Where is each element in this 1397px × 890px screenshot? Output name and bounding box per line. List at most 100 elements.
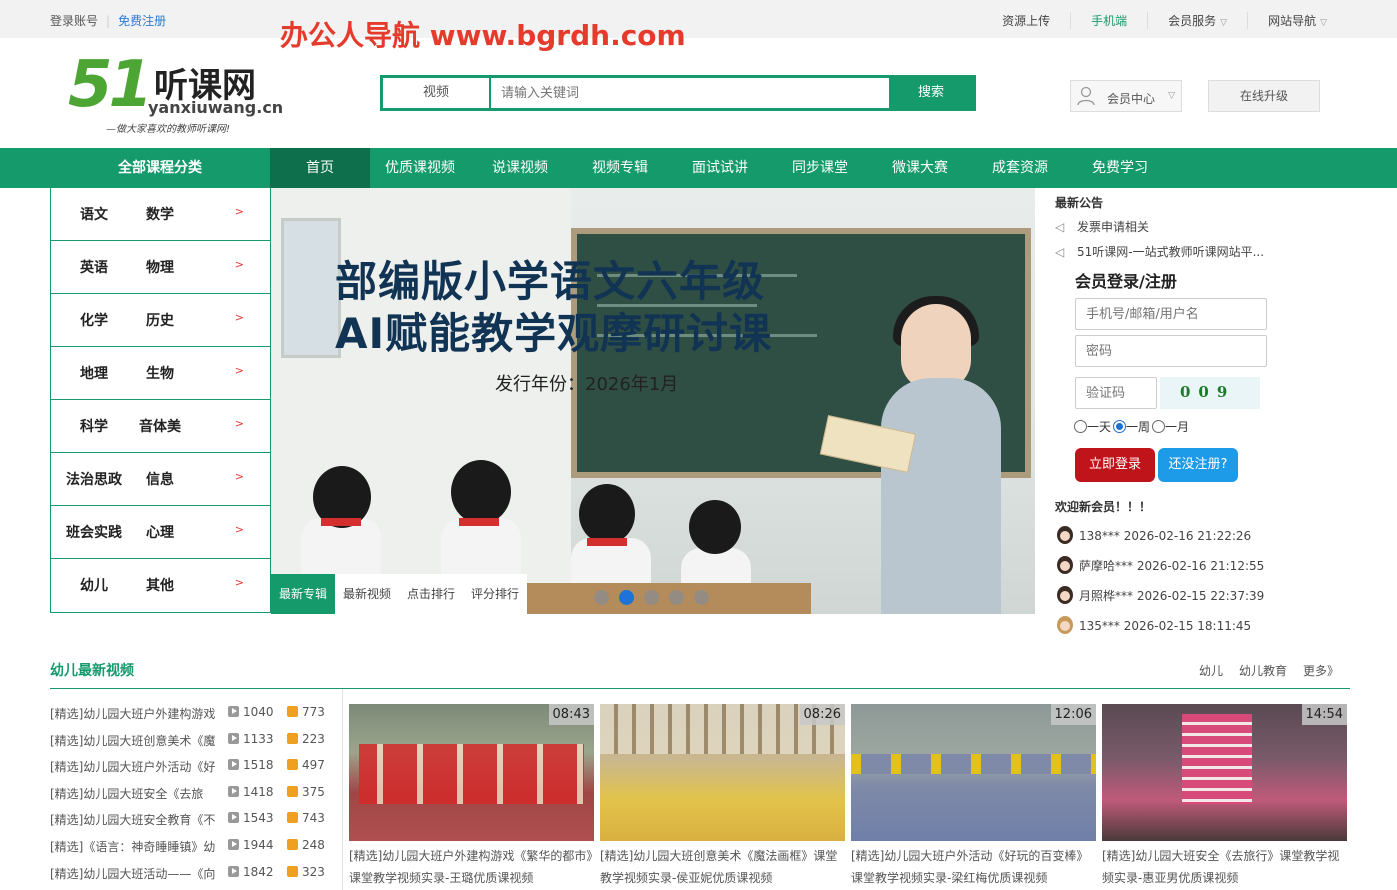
category-link[interactable]: 幼儿 (51, 575, 137, 595)
category-row[interactable]: 班会实践 心理 > (51, 506, 270, 559)
carousel-dot[interactable] (669, 590, 684, 605)
video-caption[interactable]: [精选]幼儿园大班户外活动《好玩的百变棒》课堂教学视频实录-梁红梅优质课视频 (851, 845, 1096, 889)
captcha-image[interactable]: 009 (1160, 377, 1260, 409)
video-card[interactable]: 12:06 [精选]幼儿园大班户外活动《好玩的百变棒》课堂教学视频实录-梁红梅优… (851, 704, 1096, 889)
video-card[interactable]: 14:54 [精选]幼儿园大班安全《去旅行》课堂教学视频实录-惠亚男优质课视频 (1102, 704, 1347, 889)
logo-number: 51 (68, 48, 153, 122)
login-link[interactable]: 登录账号 (50, 14, 98, 28)
nav-item-lecture-videos[interactable]: 说课视频 (470, 148, 570, 188)
carousel-dot[interactable] (694, 590, 709, 605)
video-caption[interactable]: [精选]幼儿园大班创意美术《魔法画框》课堂教学视频实录-侯亚妮优质课视频 (600, 845, 845, 889)
category-link[interactable]: 班会实践 (51, 522, 137, 542)
section-link[interactable]: 幼儿教育 (1239, 662, 1287, 679)
more-link[interactable]: 更多》 (1303, 662, 1339, 679)
category-link[interactable]: 物理 (137, 257, 183, 277)
video-thumbnail[interactable]: 08:26 (600, 704, 845, 841)
category-link[interactable]: 英语 (51, 257, 137, 277)
nav-item-sync-class[interactable]: 同步课堂 (770, 148, 870, 188)
carousel-dot-active[interactable] (619, 590, 634, 605)
category-link[interactable]: 生物 (137, 363, 183, 383)
video-card[interactable]: 08:26 [精选]幼儿园大班创意美术《魔法画框》课堂教学视频实录-侯亚妮优质课… (600, 704, 845, 889)
video-thumbnail[interactable]: 12:06 (851, 704, 1096, 841)
login-button[interactable]: 立即登录 (1075, 448, 1155, 482)
site-nav-menu[interactable]: 网站导航 ▽ (1247, 12, 1347, 29)
category-link[interactable]: 语文 (51, 204, 137, 224)
category-link[interactable]: 其他 (137, 575, 183, 595)
member-service-menu[interactable]: 会员服务 ▽ (1147, 12, 1247, 29)
list-item[interactable]: [精选]幼儿园大班安全教育《不 1543 743 (50, 806, 340, 833)
nav-item-free-learning[interactable]: 免费学习 (1070, 148, 1170, 188)
arrow-right-icon: > (234, 470, 244, 483)
tab-latest-albums[interactable]: 最新专辑 (271, 574, 336, 614)
captcha-input[interactable] (1075, 377, 1157, 409)
radio-one-week[interactable]: 一周 (1113, 418, 1150, 435)
carousel-dot[interactable] (644, 590, 659, 605)
upgrade-button[interactable]: 在线升级 (1208, 80, 1320, 112)
upload-link[interactable]: 资源上传 (982, 12, 1070, 29)
arrow-right-icon: > (234, 523, 244, 536)
category-row[interactable]: 科学 音体美 > (51, 400, 270, 453)
site-logo[interactable]: 51 听课网 yanxiuwang.cn —做大家喜欢的教师听课网! (68, 48, 288, 136)
password-input[interactable] (1075, 335, 1267, 367)
search-button[interactable]: 搜索 (889, 78, 973, 108)
all-categories[interactable]: 全部课程分类 (50, 148, 270, 188)
category-row[interactable]: 语文 数学 > (51, 188, 270, 241)
category-row[interactable]: 英语 物理 > (51, 241, 270, 294)
notice-item[interactable]: ◁ 51听课网-一站式教师听课网站平... (1055, 243, 1264, 260)
banner-subline: 发行年份：2026年1月 (495, 374, 679, 395)
section-title[interactable]: 幼儿最新视频 (50, 660, 134, 680)
nav-item-micro-class[interactable]: 微课大赛 (870, 148, 970, 188)
video-caption[interactable]: [精选]幼儿园大班户外建构游戏《繁华的都市》课堂教学视频实录-王璐优质课视频 (349, 845, 594, 889)
section-link[interactable]: 幼儿 (1199, 662, 1223, 679)
tab-latest-videos[interactable]: 最新视频 (335, 574, 399, 614)
list-item[interactable]: [精选]幼儿园大班安全《去旅 1418 375 (50, 780, 340, 807)
category-row[interactable]: 化学 历史 > (51, 294, 270, 347)
nav-item-interview[interactable]: 面试试讲 (670, 148, 770, 188)
video-caption[interactable]: [精选]幼儿园大班安全《去旅行》课堂教学视频实录-惠亚男优质课视频 (1102, 845, 1347, 889)
carousel-dot[interactable] (594, 590, 609, 605)
nav-item-resource-sets[interactable]: 成套资源 (970, 148, 1070, 188)
nav-item-quality-videos[interactable]: 优质课视频 (370, 148, 470, 188)
video-card[interactable]: 08:43 [精选]幼儿园大班户外建构游戏《繁华的都市》课堂教学视频实录-王璐优… (349, 704, 594, 889)
register-link[interactable]: 免费注册 (118, 14, 166, 28)
category-row[interactable]: 法治思政 信息 > (51, 453, 270, 506)
register-button[interactable]: 还没注册? (1158, 448, 1238, 482)
search-input[interactable] (491, 78, 889, 108)
category-link[interactable]: 法治思政 (51, 469, 137, 489)
list-item[interactable]: [精选]《语言：神奇睡睡镇》幼 1944 248 (50, 833, 340, 860)
list-item[interactable]: [精选]幼儿园大班创意美术《魔 1133 223 (50, 727, 340, 754)
category-link[interactable]: 历史 (137, 310, 183, 330)
username-input[interactable] (1075, 298, 1267, 330)
category-row[interactable]: 地理 生物 > (51, 347, 270, 400)
new-member-item: 138*** 2026-02-16 21:22:26 (1057, 526, 1251, 544)
category-link[interactable]: 信息 (137, 469, 183, 489)
category-link[interactable]: 数学 (137, 204, 183, 224)
nav-item-albums[interactable]: 视频专辑 (570, 148, 670, 188)
notice-item[interactable]: ◁ 发票申请相关 (1055, 218, 1149, 235)
category-sidebar: 语文 数学 > 英语 物理 > 化学 历史 > 地理 生物 > 科学 音体美 > 法治思政 信息 > 班… (50, 188, 271, 613)
video-duration: 12:06 (1050, 704, 1096, 725)
category-link[interactable]: 科学 (51, 416, 137, 436)
list-item[interactable]: [精选]幼儿园大班户外活动《好 1518 497 (50, 753, 340, 780)
hero-banner[interactable]: 部编版小学语文六年级 AI赋能教学观摩研讨课 发行年份：2026年1月 (271, 188, 1035, 614)
video-thumbnail[interactable]: 14:54 (1102, 704, 1347, 841)
search-category-select[interactable]: 视频 (383, 78, 491, 108)
category-link[interactable]: 心理 (137, 522, 183, 542)
comment-icon (287, 785, 298, 797)
login-heading: 会员登录/注册 (1075, 272, 1177, 291)
mobile-link[interactable]: 手机端 (1070, 12, 1147, 29)
tab-rating-ranking[interactable]: 评分排行 (463, 574, 527, 614)
nav-item-home[interactable]: 首页 (270, 148, 370, 188)
category-row[interactable]: 幼儿 其他 > (51, 559, 270, 612)
category-link[interactable]: 地理 (51, 363, 137, 383)
video-thumbnail[interactable]: 08:43 (349, 704, 594, 841)
list-item[interactable]: [精选]幼儿园大班活动——《向 1842 323 (50, 860, 340, 887)
member-center-button[interactable]: 会员中心 ▽ (1070, 80, 1182, 112)
radio-one-day[interactable]: 一天 (1074, 418, 1111, 435)
list-item[interactable]: [精选]幼儿园大班户外建构游戏 1040 773 (50, 700, 340, 727)
radio-one-month[interactable]: 一月 (1152, 418, 1189, 435)
tab-click-ranking[interactable]: 点击排行 (399, 574, 463, 614)
category-link[interactable]: 音体美 (137, 416, 183, 436)
notice-heading: 最新公告 (1055, 196, 1104, 210)
category-link[interactable]: 化学 (51, 310, 137, 330)
